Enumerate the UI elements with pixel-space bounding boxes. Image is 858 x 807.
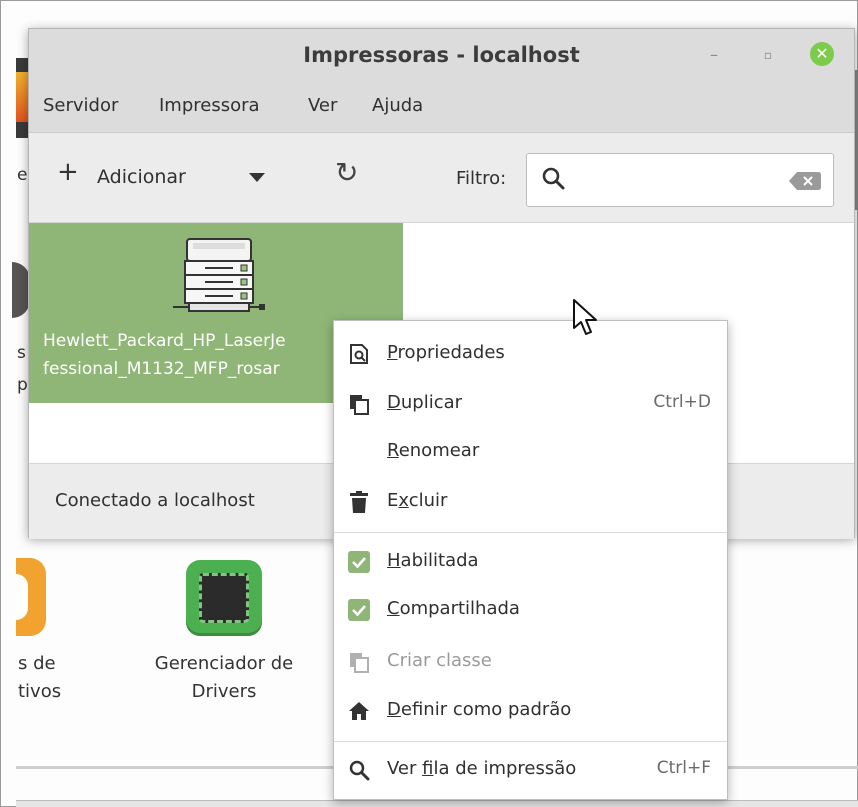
menu-separator bbox=[334, 532, 727, 533]
menu-item-label: Habilitada bbox=[387, 550, 479, 571]
menu-item-delete[interactable]: Excluir bbox=[334, 479, 727, 525]
filter-input[interactable] bbox=[577, 164, 777, 196]
driver-manager-icon[interactable] bbox=[186, 560, 262, 636]
duplicate-icon bbox=[350, 395, 369, 415]
menu-item-create-class[interactable]: Criar classe bbox=[334, 639, 727, 685]
properties-icon bbox=[350, 344, 368, 364]
menu-servidor[interactable]: Servidor bbox=[43, 95, 118, 116]
refresh-icon[interactable]: ↻ bbox=[335, 159, 358, 187]
add-icon[interactable]: + bbox=[57, 159, 79, 185]
clear-text-icon[interactable] bbox=[789, 172, 821, 190]
home-icon bbox=[349, 702, 369, 720]
minimize-button[interactable]: – bbox=[702, 43, 726, 67]
filter-label: Filtro: bbox=[456, 168, 507, 189]
menu-impressora[interactable]: Impressora bbox=[159, 95, 260, 116]
background-label: p bbox=[17, 375, 28, 395]
driver-manager-label[interactable]: Gerenciador de Drivers bbox=[136, 650, 312, 706]
menu-item-shortcut: Ctrl+F bbox=[656, 758, 711, 778]
search-icon bbox=[349, 760, 370, 781]
menu-item-rename[interactable]: Renomear bbox=[334, 429, 727, 475]
background-app-icon bbox=[16, 72, 28, 122]
filter-search-box[interactable] bbox=[526, 153, 834, 207]
menu-ajuda[interactable]: Ajuda bbox=[372, 95, 423, 116]
background-app-icon[interactable] bbox=[16, 558, 46, 636]
window-title: Impressoras - localhost bbox=[303, 43, 580, 67]
checkbox-checked-icon[interactable] bbox=[348, 551, 370, 573]
close-button[interactable]: ✕ bbox=[810, 42, 834, 66]
menu-bar: Servidor Impressora Ver Ajuda bbox=[29, 89, 854, 133]
menu-item-label: Renomear bbox=[387, 440, 480, 461]
printer-icon bbox=[173, 238, 265, 312]
mouse-cursor-icon bbox=[573, 299, 597, 335]
menu-item-shortcut: Ctrl+D bbox=[653, 392, 711, 412]
add-button[interactable]: Adicionar bbox=[97, 166, 186, 188]
menu-item-set-default[interactable]: Definir como padrão bbox=[334, 688, 727, 734]
menu-item-enabled[interactable]: Habilitada bbox=[334, 539, 727, 585]
chip-icon bbox=[199, 573, 249, 623]
background-panel-edge bbox=[16, 800, 858, 807]
menu-ver[interactable]: Ver bbox=[308, 95, 337, 116]
connection-status: Conectado a localhost bbox=[55, 490, 255, 511]
title-bar[interactable]: Impressoras - localhost – ▫ ✕ bbox=[29, 29, 854, 89]
maximize-button[interactable]: ▫ bbox=[756, 43, 780, 67]
menu-item-properties[interactable]: Propriedades bbox=[334, 331, 727, 377]
menu-item-shared[interactable]: Compartilhada bbox=[334, 587, 727, 633]
toolbar: + Adicionar ↻ Filtro: bbox=[29, 133, 854, 223]
menu-item-label: Excluir bbox=[387, 490, 448, 511]
menu-item-duplicate[interactable]: Duplicar Ctrl+D bbox=[334, 381, 727, 427]
checkbox-checked-icon[interactable] bbox=[348, 599, 370, 621]
background-app-label[interactable]: s de tivos bbox=[18, 650, 61, 706]
menu-item-label: Propriedades bbox=[387, 342, 505, 363]
printer-context-menu: Propriedades Duplicar Ctrl+D Renomear Ex… bbox=[333, 320, 728, 800]
menu-item-label: Criar classe bbox=[387, 650, 492, 671]
menu-item-label: Duplicar bbox=[387, 392, 463, 413]
menu-item-label: Definir como padrão bbox=[387, 699, 572, 720]
menu-item-view-queue[interactable]: Ver fila de impressão Ctrl+F bbox=[334, 747, 727, 793]
menu-item-label: Ver fila de impressão bbox=[387, 758, 577, 779]
background-label: e bbox=[17, 165, 28, 185]
copy-class-icon bbox=[350, 653, 369, 673]
trash-icon bbox=[350, 491, 368, 513]
search-icon bbox=[542, 167, 565, 190]
add-dropdown-arrow-icon[interactable] bbox=[249, 173, 265, 182]
background-label: s bbox=[17, 343, 26, 363]
menu-separator bbox=[334, 741, 727, 742]
menu-item-label: Compartilhada bbox=[387, 598, 520, 619]
